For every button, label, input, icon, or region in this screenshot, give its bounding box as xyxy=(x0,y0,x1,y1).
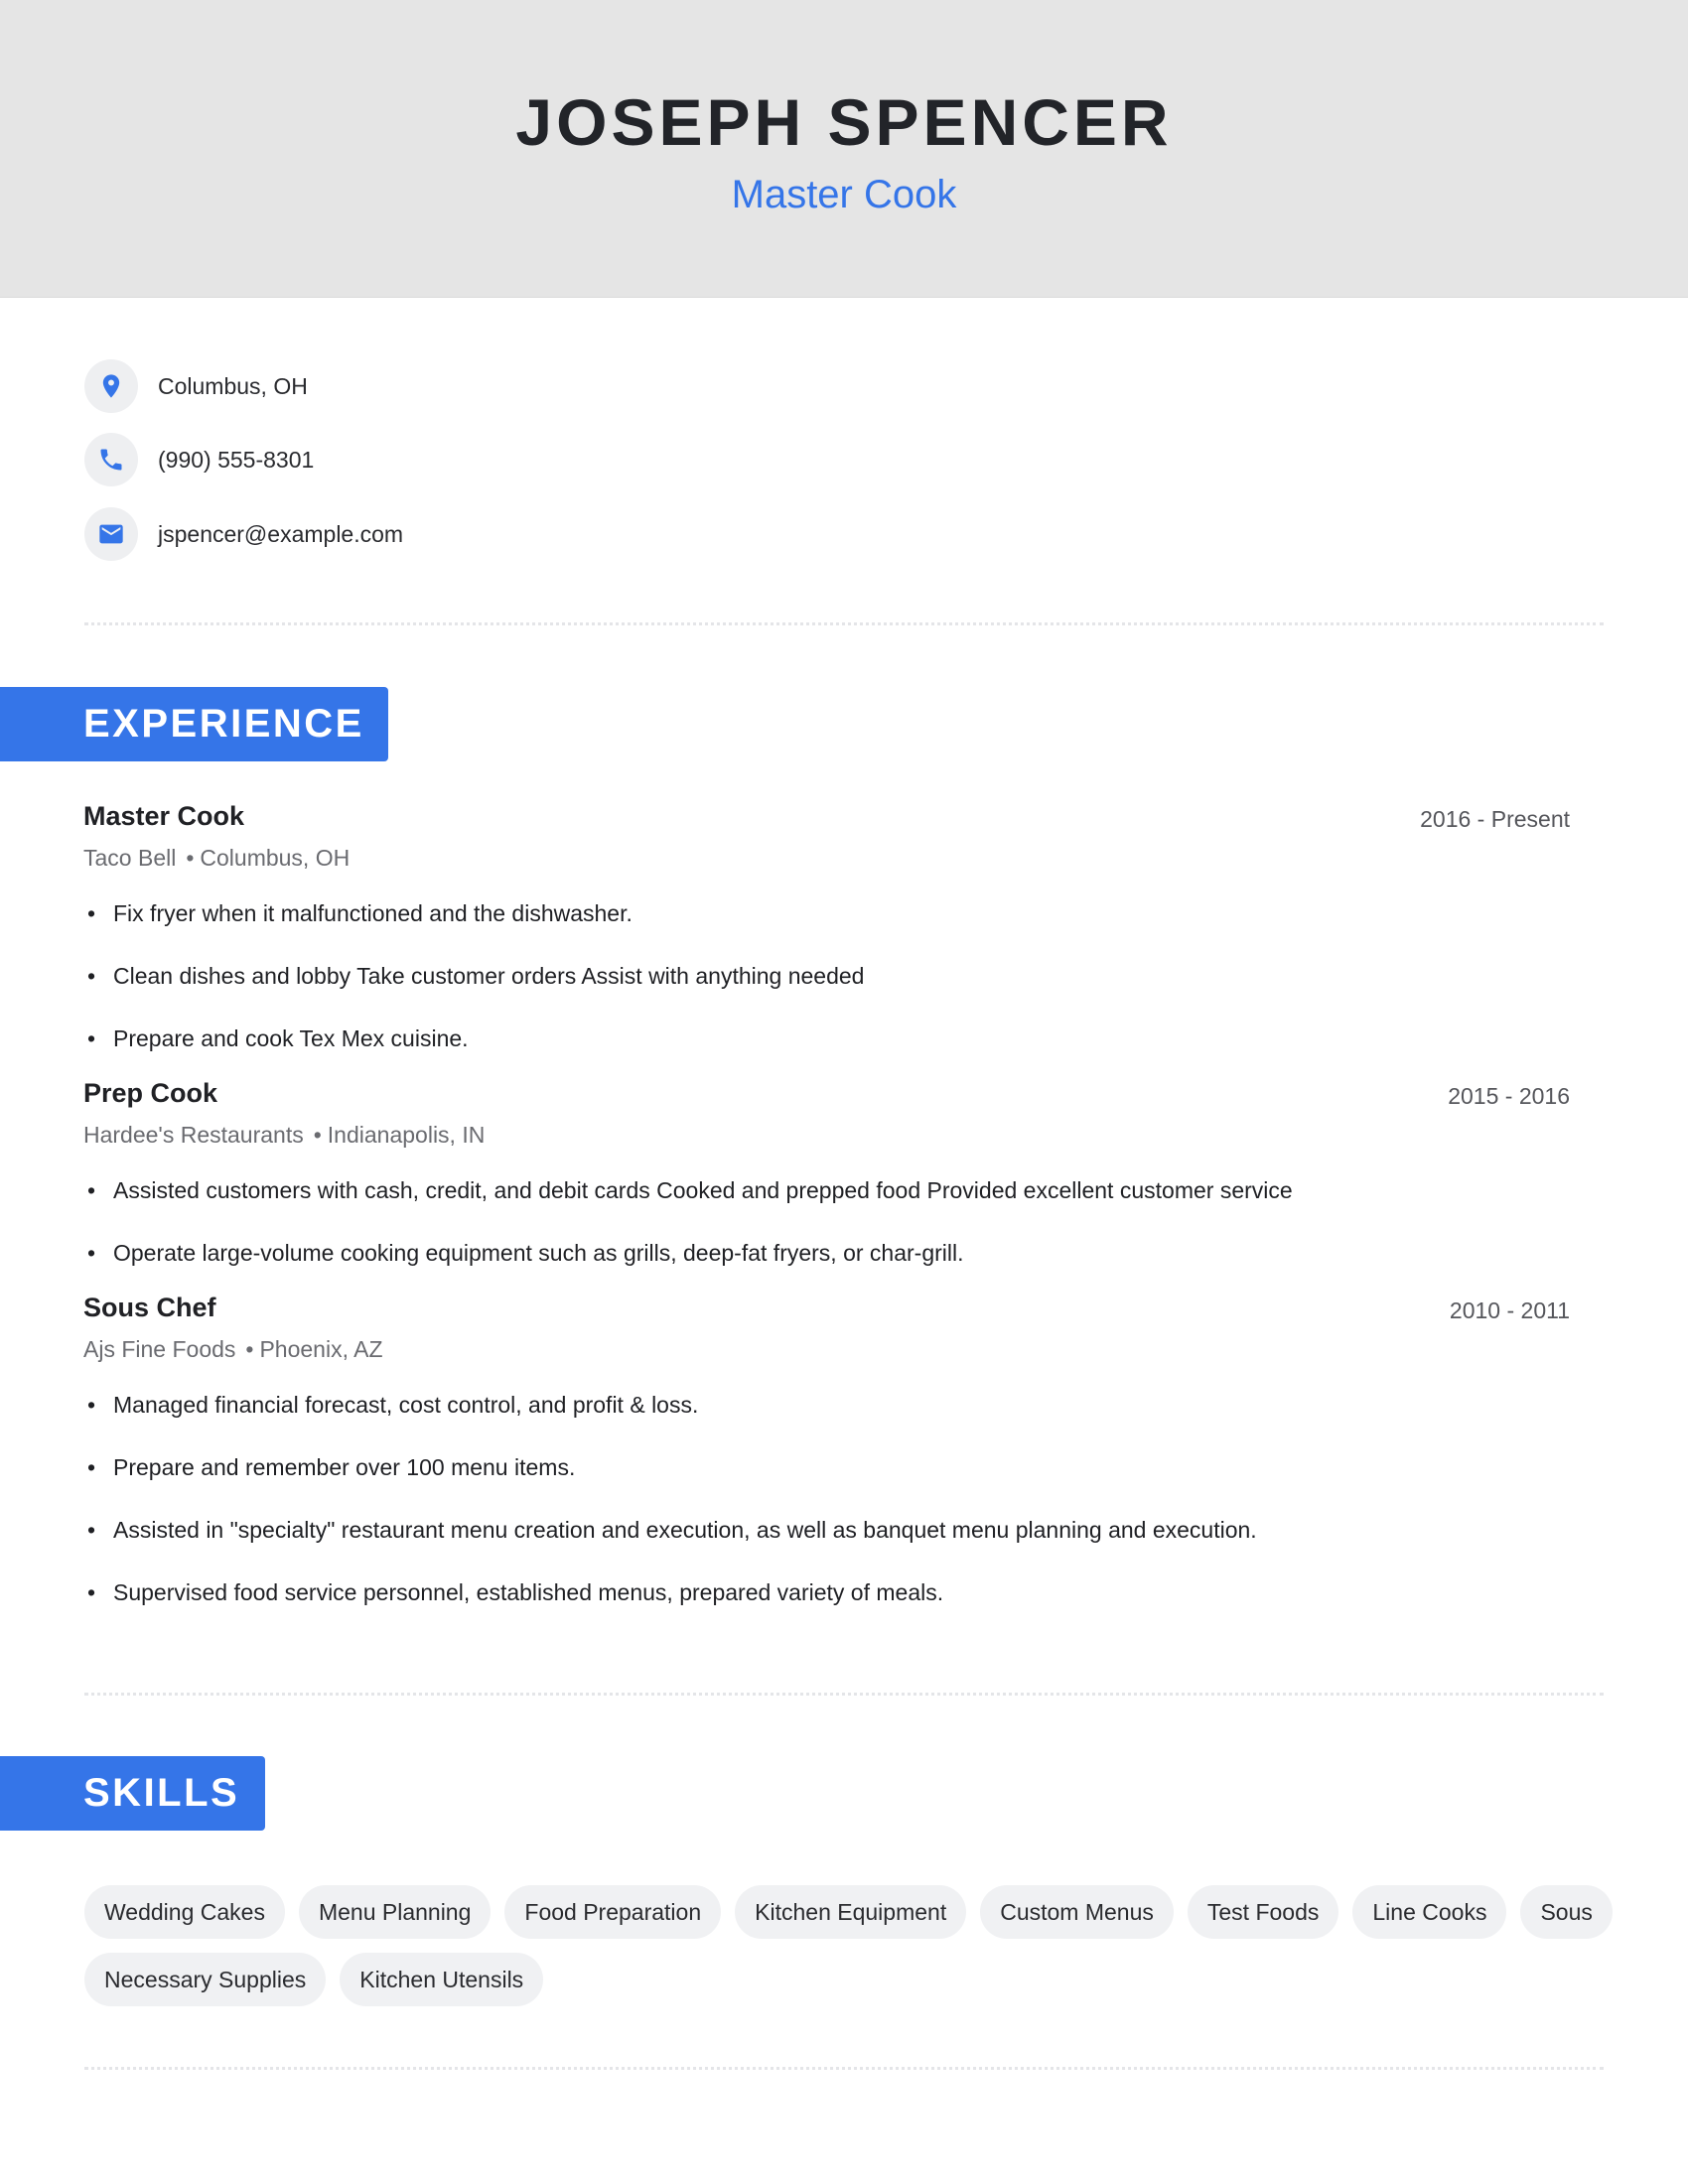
contact-location: Columbus, OH xyxy=(84,359,308,413)
job-title: Sous Chef xyxy=(83,1293,216,1322)
skill-chip: Sous xyxy=(1520,1885,1613,1939)
skill-chip: Food Preparation xyxy=(504,1885,722,1939)
skill-chip: Kitchen Utensils xyxy=(340,1953,544,2006)
skills-heading: SKILLS xyxy=(0,1756,265,1831)
job-bullet: • Prepare and remember over 100 menu item… xyxy=(87,1454,576,1480)
experience-heading: EXPERIENCE xyxy=(0,687,388,761)
job-bullet: • Assisted customers with cash, credit, a… xyxy=(87,1177,1293,1203)
job-bullet: • Clean dishes and lobby Take customer or… xyxy=(87,963,865,989)
contact-phone: (990) 555-8301 xyxy=(84,433,314,486)
job-title: Prep Cook xyxy=(83,1078,218,1108)
job-company: Taco Bell xyxy=(83,845,177,871)
skill-chip: Kitchen Equipment xyxy=(735,1885,967,1939)
skill-chip: Necessary Supplies xyxy=(84,1953,327,2006)
job-location: Columbus, OH xyxy=(200,845,351,871)
section-divider xyxy=(84,1693,1604,1696)
job-bullet: • Assisted in "specialty" restaurant menu… xyxy=(87,1517,1257,1543)
skills-list: Wedding Cakes Menu Planning Food Prepara… xyxy=(84,1885,1614,2006)
skill-chip: Line Cooks xyxy=(1352,1885,1507,1939)
job-company-location: Taco Bell • Columbus, OH xyxy=(83,843,350,873)
job-company-location: Ajs Fine Foods • Phoenix, AZ xyxy=(83,1334,383,1364)
phone-icon xyxy=(84,433,138,486)
section-divider xyxy=(84,2067,1604,2070)
job-company: Ajs Fine Foods xyxy=(83,1336,236,1362)
job-bullet: • Managed financial forecast, cost contro… xyxy=(87,1392,699,1418)
job-location: Indianapolis, IN xyxy=(327,1122,486,1148)
job-dates: 2016 - Present xyxy=(1420,806,1570,832)
skill-chip: Menu Planning xyxy=(298,1885,492,1939)
email-icon xyxy=(84,507,138,561)
contact-phone-text: (990) 555-8301 xyxy=(158,446,315,473)
location-pin-icon xyxy=(84,359,138,413)
job-bullet: • Operate large-volume cooking equipment … xyxy=(87,1240,964,1266)
contact-email-text: jspencer@example.com xyxy=(158,520,404,547)
resume-header: JOSEPH SPENCER Master Cook xyxy=(0,0,1688,298)
section-divider xyxy=(84,622,1604,625)
contact-location-text: Columbus, OH xyxy=(158,372,308,399)
separator-dot: • xyxy=(186,845,195,871)
job-company: Hardee's Restaurants xyxy=(83,1122,304,1148)
candidate-name: JOSEPH SPENCER xyxy=(515,85,1173,159)
job-location: Phoenix, AZ xyxy=(259,1336,383,1362)
job-bullet: • Prepare and cook Tex Mex cuisine. xyxy=(87,1025,469,1051)
experience-heading-text: EXPERIENCE xyxy=(83,702,364,746)
contact-email: jspencer@example.com xyxy=(84,507,403,561)
job-bullet: • Fix fryer when it malfunctioned and the… xyxy=(87,900,633,926)
skill-chip: Custom Menus xyxy=(980,1885,1174,1939)
job-title: Master Cook xyxy=(83,801,245,831)
skill-chip: Wedding Cakes xyxy=(84,1885,285,1939)
skill-chip: Test Foods xyxy=(1187,1885,1339,1939)
candidate-title: Master Cook xyxy=(731,173,957,216)
separator-dot: • xyxy=(245,1336,254,1362)
job-dates: 2015 - 2016 xyxy=(1448,1083,1570,1109)
job-company-location: Hardee's Restaurants • Indianapolis, IN xyxy=(83,1120,485,1150)
job-dates: 2010 - 2011 xyxy=(1449,1297,1570,1323)
job-bullet: • Supervised food service personnel, esta… xyxy=(87,1579,944,1605)
separator-dot: • xyxy=(313,1122,322,1148)
skills-heading-text: SKILLS xyxy=(83,1771,240,1815)
